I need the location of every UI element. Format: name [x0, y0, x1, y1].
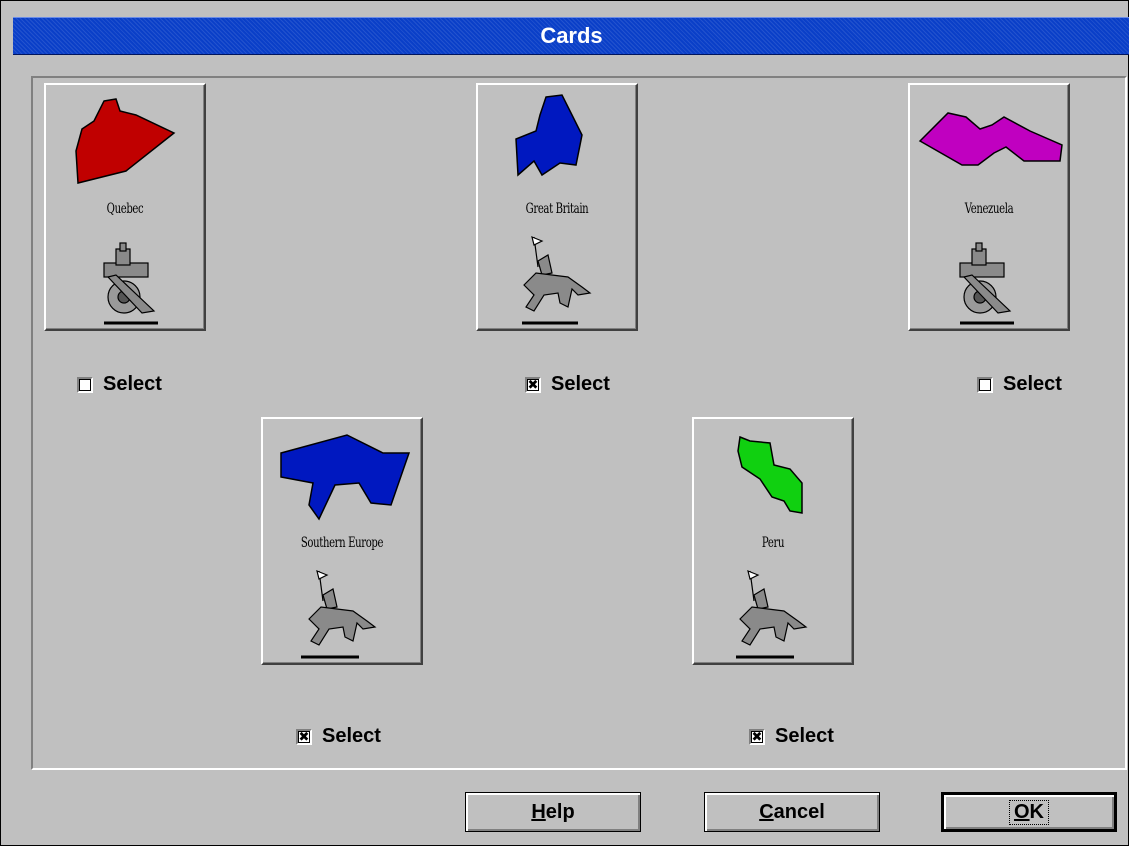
check-mark: ✖	[751, 729, 763, 744]
cancel-button[interactable]: Cancel	[704, 792, 880, 832]
cards-dialog: Cards Quebec Select Great Britain ✖ Sele…	[0, 0, 1129, 846]
ok-rest: K	[1029, 800, 1044, 823]
card-name: Peru	[761, 535, 785, 551]
check-mark: ✖	[527, 377, 539, 392]
card-name: Southern Europe	[300, 535, 384, 551]
select-great-britain[interactable]: ✖ Select	[525, 373, 610, 396]
cancel-rest: ancel	[773, 800, 825, 823]
cavalry-icon	[736, 570, 808, 659]
dialog-title-bar[interactable]: Cards	[13, 17, 1129, 55]
card-quebec[interactable]: Quebec	[44, 83, 206, 331]
territory-shape	[737, 435, 803, 514]
checkbox[interactable]: ✖	[296, 728, 312, 745]
select-label: Select	[322, 725, 381, 747]
checkbox[interactable]: ✖	[525, 376, 541, 393]
card-name: Great Britain	[525, 201, 589, 217]
select-label: Select	[551, 373, 610, 395]
select-label: Select	[1003, 373, 1062, 395]
territory-southern-europe-icon	[280, 434, 411, 521]
select-quebec[interactable]: Select	[77, 373, 162, 396]
territory-shape	[918, 112, 1063, 166]
cavalry-icon	[301, 570, 377, 659]
dialog-title: Cards	[540, 23, 603, 48]
select-peru[interactable]: ✖ Select	[749, 725, 834, 748]
select-venezuela[interactable]: Select	[977, 373, 1062, 396]
territory-peru-icon	[737, 435, 803, 514]
ok-button[interactable]: OK	[941, 792, 1117, 832]
territory-shape	[75, 98, 176, 184]
card-great-britain[interactable]: Great Britain	[476, 83, 638, 331]
territory-quebec-icon	[75, 98, 176, 184]
card-southern-europe[interactable]: Southern Europe	[261, 417, 423, 665]
ok-accelerator: O	[1013, 800, 1030, 823]
card-venezuela[interactable]: Venezuela	[908, 83, 1070, 331]
cancel-button-label: Cancel	[759, 801, 825, 824]
territory-shape	[280, 434, 411, 521]
select-label: Select	[775, 725, 834, 747]
cancel-accelerator: C	[759, 800, 774, 823]
card-name: Quebec	[106, 201, 144, 217]
card-name: Venezuela	[964, 201, 1014, 217]
help-button-label: Help	[531, 801, 574, 824]
check-mark: ✖	[298, 729, 310, 744]
help-accelerator: H	[531, 800, 546, 823]
territory-shape	[515, 94, 583, 177]
card-peru[interactable]: Peru	[692, 417, 854, 665]
cannon-icon	[959, 242, 1014, 325]
ok-button-label: OK	[1008, 799, 1049, 825]
checkbox[interactable]: ✖	[749, 728, 765, 745]
territory-venezuela-icon	[918, 112, 1063, 166]
help-rest: elp	[545, 800, 575, 823]
cavalry-icon	[522, 236, 592, 325]
help-button[interactable]: Help	[465, 792, 641, 832]
territory-great-britain-icon	[515, 94, 583, 177]
select-southern-europe[interactable]: ✖ Select	[296, 725, 381, 748]
checkbox[interactable]	[77, 376, 93, 393]
cannon-icon	[103, 242, 158, 325]
checkbox[interactable]	[977, 376, 993, 393]
select-label: Select	[103, 373, 162, 395]
